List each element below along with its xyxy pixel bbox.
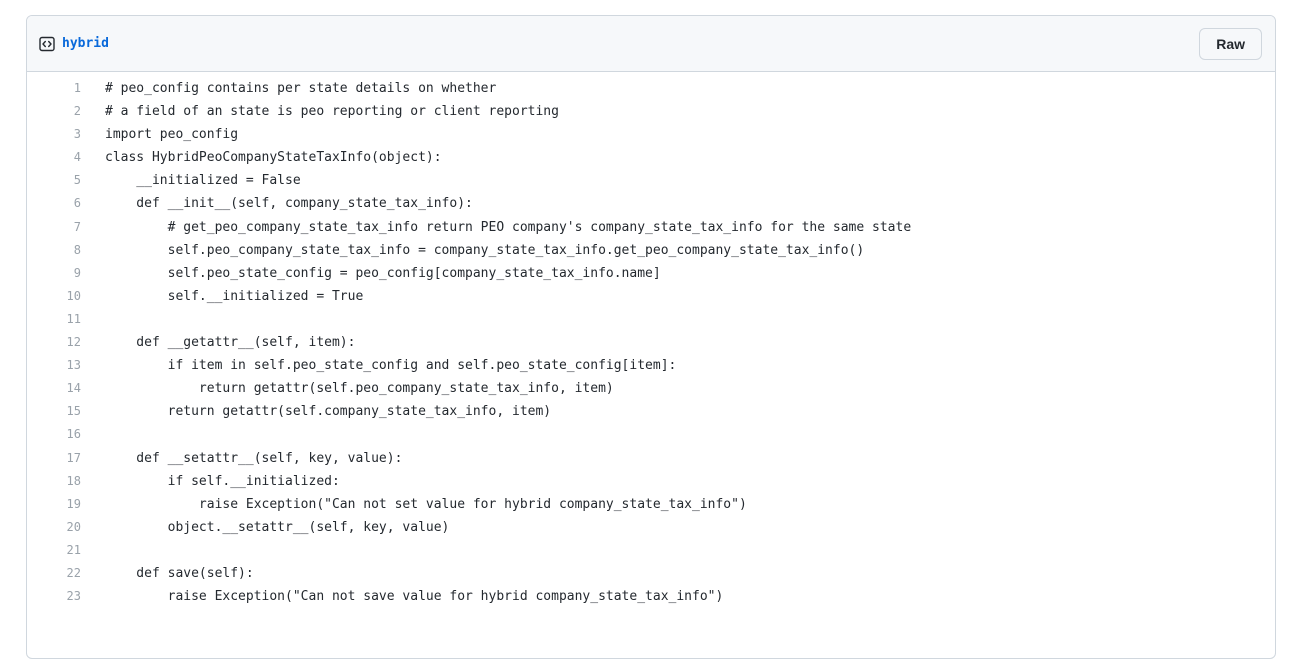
line-code: # peo_config contains per state details …	[105, 81, 497, 96]
line-number[interactable]: 11	[27, 308, 81, 331]
code-body: 1 # peo_config contains per state details…	[27, 72, 1275, 608]
line-code: object.__setattr__(self, key, value)	[105, 519, 450, 535]
line-number[interactable]: 16	[27, 423, 81, 446]
line-code: if item in self.peo_state_config and sel…	[105, 358, 677, 374]
line-number[interactable]: 23	[27, 585, 81, 608]
code-line: 7 # get_peo_company_state_tax_info retur…	[27, 216, 1275, 239]
line-number[interactable]: 7	[27, 216, 81, 239]
code-line: 8 self.peo_company_state_tax_info = comp…	[27, 239, 1275, 262]
code-line: 12 def __getattr__(self, item):	[27, 331, 1275, 354]
line-code: return getattr(self.peo_company_state_ta…	[105, 381, 614, 397]
code-line: 6 def __init__(self, company_state_tax_i…	[27, 192, 1275, 215]
line-number[interactable]: 22	[27, 562, 81, 585]
line-code: def __getattr__(self, item):	[105, 335, 356, 351]
code-line: 22 def save(self):	[27, 562, 1275, 585]
line-code: raise Exception("Can not set value for h…	[105, 496, 747, 512]
file-header: hybrid Raw	[27, 16, 1275, 72]
line-number[interactable]: 15	[27, 400, 81, 423]
code-line: 17 def __setattr__(self, key, value):	[27, 447, 1275, 470]
line-code: self.peo_company_state_tax_info = compan…	[105, 242, 865, 258]
line-code: raise Exception("Can not save value for …	[105, 589, 724, 605]
code-line: 21	[27, 539, 1275, 562]
code-line: 18 if self.__initialized:	[27, 470, 1275, 493]
line-number[interactable]: 19	[27, 493, 81, 516]
line-code: class HybridPeoCompanyStateTaxInfo(objec…	[105, 150, 442, 166]
code-line: 19 raise Exception("Can not set value fo…	[27, 493, 1275, 516]
code-line: 9 self.peo_state_config = peo_config[com…	[27, 262, 1275, 285]
line-code: # a field of an state is peo reporting o…	[105, 104, 559, 120]
line-number[interactable]: 4	[27, 146, 81, 169]
line-number[interactable]: 9	[27, 262, 81, 285]
code-line: 1 # peo_config contains per state details…	[27, 77, 1275, 100]
code-line: 16	[27, 423, 1275, 446]
line-number[interactable]: 5	[27, 169, 81, 192]
code-line: 3 import peo_config	[27, 123, 1275, 146]
line-number[interactable]: 21	[27, 539, 81, 562]
line-number[interactable]: 10	[27, 285, 81, 308]
gist-file: hybrid Raw 1 # peo_config contains per st…	[26, 15, 1276, 659]
line-number[interactable]: 12	[27, 331, 81, 354]
line-number[interactable]: 20	[27, 516, 81, 539]
line-code: import peo_config	[105, 127, 239, 143]
file-name-link[interactable]: hybrid	[62, 36, 109, 51]
code-line: 2 # a field of an state is peo reporting …	[27, 100, 1275, 123]
code-line: 11	[27, 308, 1275, 331]
line-code: return getattr(self.company_state_tax_in…	[105, 404, 552, 420]
raw-button[interactable]: Raw	[1199, 27, 1262, 60]
code-line: 23 raise Exception("Can not save value f…	[27, 585, 1275, 608]
line-number[interactable]: 8	[27, 239, 81, 262]
line-number[interactable]: 17	[27, 447, 81, 470]
line-number[interactable]: 13	[27, 354, 81, 377]
code-line: 15 return getattr(self.company_state_tax…	[27, 400, 1275, 423]
line-code: # get_peo_company_state_tax_info return …	[105, 219, 912, 235]
file-title: hybrid	[39, 36, 109, 52]
line-code: __initialized = False	[105, 173, 301, 189]
code-line: 5 __initialized = False	[27, 169, 1275, 192]
code-line: 4 class HybridPeoCompanyStateTaxInfo(obje…	[27, 146, 1275, 169]
line-code: if self.__initialized:	[105, 473, 340, 489]
line-code: def __init__(self, company_state_tax_inf…	[105, 196, 473, 212]
line-code: self.__initialized = True	[105, 288, 364, 304]
line-number[interactable]: 6	[27, 192, 81, 215]
code-line: 10 self.__initialized = True	[27, 285, 1275, 308]
line-number[interactable]: 2	[27, 100, 81, 123]
code-line: 20 object.__setattr__(self, key, value)	[27, 516, 1275, 539]
line-code: def __setattr__(self, key, value):	[105, 450, 403, 466]
line-number[interactable]: 14	[27, 377, 81, 400]
code-line: 13 if item in self.peo_state_config and …	[27, 354, 1275, 377]
code-file-icon	[39, 36, 55, 52]
line-number[interactable]: 1	[27, 77, 81, 100]
line-number[interactable]: 3	[27, 123, 81, 146]
line-code: self.peo_state_config = peo_config[compa…	[105, 265, 661, 281]
code-line: 14 return getattr(self.peo_company_state…	[27, 377, 1275, 400]
line-number[interactable]: 18	[27, 470, 81, 493]
line-code: def save(self):	[105, 565, 254, 581]
